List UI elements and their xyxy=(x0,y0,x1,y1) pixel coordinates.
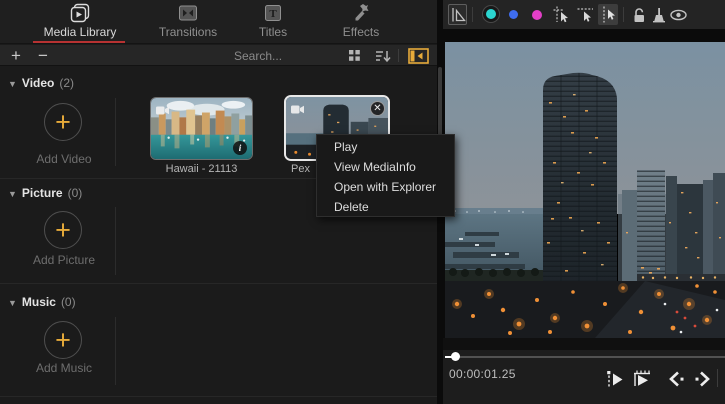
video-preview-canvas xyxy=(445,42,725,338)
media-thumbnail-hawaii[interactable]: i xyxy=(150,97,253,160)
marker-cyan[interactable] xyxy=(482,5,500,23)
active-tab-underline xyxy=(33,41,125,43)
collapse-panel-icon[interactable] xyxy=(405,45,431,66)
snap-cursor-cross-icon[interactable] xyxy=(551,4,571,25)
menu-item-view-mediainfo[interactable]: View MediaInfo xyxy=(317,157,454,177)
play-from-cursor-button[interactable] xyxy=(603,367,627,391)
collapse-triangle-icon[interactable]: ▼ xyxy=(8,298,17,308)
collapse-triangle-icon[interactable]: ▼ xyxy=(8,79,17,89)
previous-frame-button[interactable] xyxy=(665,367,689,391)
tab-label: Titles xyxy=(259,25,287,39)
tab-transitions[interactable]: Transitions xyxy=(140,3,236,43)
add-music-label: Add Music xyxy=(16,361,112,375)
titles-icon: T xyxy=(264,3,282,23)
section-name: Picture xyxy=(22,186,63,200)
svg-text:T: T xyxy=(269,8,277,20)
tab-label: Transitions xyxy=(159,25,217,39)
next-frame-button[interactable] xyxy=(690,367,714,391)
effects-icon xyxy=(351,3,371,23)
toolbar-divider xyxy=(472,7,473,22)
section-header-video: ▼ Video (2) xyxy=(8,76,74,90)
add-music-button[interactable]: + xyxy=(44,321,82,359)
close-icon[interactable]: ✕ xyxy=(370,101,385,116)
video-frame-image xyxy=(445,42,725,338)
menu-item-play[interactable]: Play xyxy=(317,137,454,157)
preview-toolbar xyxy=(443,0,725,29)
add-media-button[interactable]: + xyxy=(4,45,28,66)
add-video-button[interactable]: + xyxy=(44,103,82,141)
transitions-icon xyxy=(178,3,198,23)
lock-open-icon[interactable] xyxy=(629,4,649,25)
video-camera-icon xyxy=(156,102,169,120)
tab-media-library[interactable]: Media Library xyxy=(24,3,136,43)
cyan-dot xyxy=(486,9,496,19)
toolbar-divider xyxy=(398,49,399,62)
section-count: (0) xyxy=(61,295,76,309)
video-letterbox xyxy=(443,338,725,350)
section-divider xyxy=(115,207,116,275)
timecode: 00:00:01.25 xyxy=(449,367,516,381)
broom-icon[interactable] xyxy=(649,4,669,25)
snap-cursor-left-icon[interactable] xyxy=(598,4,618,25)
add-picture-label: Add Picture xyxy=(16,253,112,267)
info-icon[interactable]: i xyxy=(233,141,247,155)
section-divider xyxy=(115,317,116,385)
transport-divider xyxy=(717,369,718,387)
marker-blue[interactable] xyxy=(509,10,518,19)
grid-view-icon[interactable] xyxy=(343,45,365,66)
sort-icon[interactable] xyxy=(370,45,394,66)
add-video-label: Add Video xyxy=(16,152,112,166)
section-divider xyxy=(115,98,116,166)
playback-bar: 00:00:01.25 xyxy=(443,350,725,404)
tab-titles[interactable]: T Titles xyxy=(240,3,306,43)
context-menu: Play View MediaInfo Open with Explorer D… xyxy=(316,134,455,217)
play-from-start-button[interactable] xyxy=(630,367,654,391)
library-toolbar: + − xyxy=(0,45,437,66)
tab-effects[interactable]: Effects xyxy=(316,3,406,43)
preview-panel: 00:00:01.25 xyxy=(443,0,725,404)
section-separator xyxy=(0,396,437,397)
eye-icon[interactable] xyxy=(668,4,688,25)
video-camera-icon xyxy=(291,101,304,119)
section-count: (0) xyxy=(68,186,83,200)
thumbnail-label: Pex xyxy=(291,163,316,175)
seek-handle[interactable] xyxy=(451,352,460,361)
seek-bar[interactable] xyxy=(445,356,725,358)
remove-media-button[interactable]: − xyxy=(31,45,55,66)
mirror-ruler-icon[interactable] xyxy=(448,4,467,25)
toolbar-divider xyxy=(623,7,624,22)
section-separator xyxy=(0,283,437,284)
section-name: Video xyxy=(22,76,54,90)
library-tabbar: Media Library Transitions T Titles Effec… xyxy=(0,0,437,44)
marker-magenta[interactable] xyxy=(532,10,542,20)
snap-cursor-top-icon[interactable] xyxy=(575,4,595,25)
section-header-music: ▼ Music (0) xyxy=(8,295,76,309)
media-library-icon xyxy=(70,3,90,23)
menu-item-delete[interactable]: Delete xyxy=(317,197,454,217)
thumbnail-label: Hawaii - 21113 xyxy=(150,163,253,175)
tab-label: Effects xyxy=(343,25,379,39)
section-count: (2) xyxy=(59,76,74,90)
add-picture-button[interactable]: + xyxy=(44,211,82,249)
search-input[interactable] xyxy=(234,46,346,65)
collapse-triangle-icon[interactable]: ▼ xyxy=(8,189,17,199)
section-name: Music xyxy=(22,295,56,309)
menu-item-open-with-explorer[interactable]: Open with Explorer xyxy=(317,177,454,197)
section-header-picture: ▼ Picture (0) xyxy=(8,186,82,200)
tab-label: Media Library xyxy=(44,25,117,39)
